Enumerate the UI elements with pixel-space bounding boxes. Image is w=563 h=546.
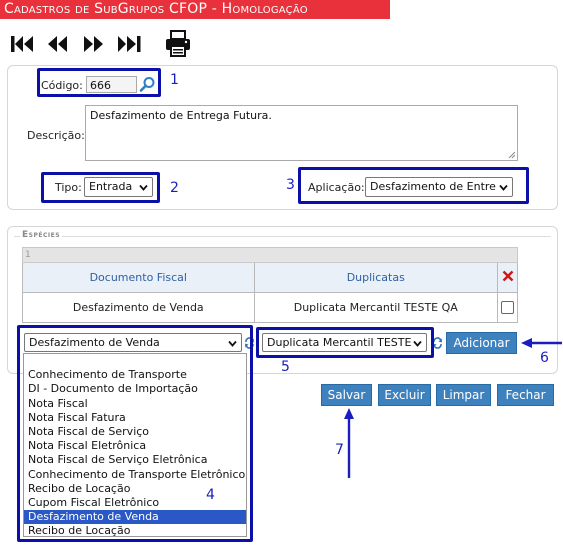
annotation-number-3: 3 bbox=[286, 177, 295, 193]
annotation-number-7: 7 bbox=[335, 442, 344, 458]
delete-button[interactable]: Excluir bbox=[378, 384, 431, 406]
table-row: Desfazimento de Venda Duplicata Mercanti… bbox=[22, 292, 518, 323]
close-button[interactable]: Fechar bbox=[497, 384, 554, 406]
descricao-label: Descrição: bbox=[27, 129, 85, 142]
annotation-arrow-6 bbox=[521, 338, 562, 348]
descricao-textarea[interactable]: Desfazimento de Entrega Futura. bbox=[85, 105, 518, 161]
annotation-number-1: 1 bbox=[170, 72, 179, 88]
row-count: 1 bbox=[22, 247, 518, 263]
delete-column-header[interactable] bbox=[497, 262, 518, 293]
annotation-box-5 bbox=[256, 327, 434, 358]
row-checkbox-cell[interactable] bbox=[497, 292, 518, 323]
fieldset-border bbox=[14, 236, 551, 237]
next-page-icon[interactable] bbox=[82, 32, 106, 56]
add-button[interactable]: Adicionar bbox=[446, 332, 517, 354]
last-page-icon[interactable] bbox=[116, 32, 144, 56]
annotation-arrow-7 bbox=[344, 408, 354, 478]
previous-page-icon[interactable] bbox=[46, 32, 70, 56]
row-checkbox[interactable] bbox=[501, 301, 514, 315]
delete-x-icon[interactable] bbox=[502, 270, 514, 282]
save-button[interactable]: Salvar bbox=[321, 384, 372, 406]
annotation-box-1 bbox=[37, 68, 161, 97]
especies-legend: Espécies bbox=[20, 230, 63, 240]
column-header-documento: Documento Fiscal bbox=[22, 262, 255, 293]
printer-icon[interactable] bbox=[164, 29, 192, 59]
annotation-number-2: 2 bbox=[170, 180, 179, 196]
first-page-icon[interactable] bbox=[10, 32, 36, 56]
annotation-number-5: 5 bbox=[281, 359, 290, 375]
clear-button[interactable]: Limpar bbox=[436, 384, 491, 406]
annotation-number-4: 4 bbox=[206, 487, 215, 503]
descricao-text: Desfazimento de Entrega Futura. bbox=[90, 109, 272, 122]
cell-documento: Desfazimento de Venda bbox=[22, 292, 255, 323]
annotation-box-4 bbox=[17, 325, 253, 542]
page-title: Cadastros de SubGrupos CFOP - Homologaçã… bbox=[0, 0, 390, 19]
column-header-duplicatas: Duplicatas bbox=[253, 262, 499, 293]
annotation-box-2 bbox=[41, 172, 160, 203]
annotation-box-3 bbox=[298, 167, 529, 204]
cell-duplicata: Duplicata Mercantil TESTE QA bbox=[253, 292, 499, 323]
annotation-number-6: 6 bbox=[540, 350, 549, 366]
especies-table: 1 Documento Fiscal Duplicatas Desfazimen… bbox=[22, 247, 518, 323]
resize-grip-icon[interactable] bbox=[508, 151, 516, 159]
